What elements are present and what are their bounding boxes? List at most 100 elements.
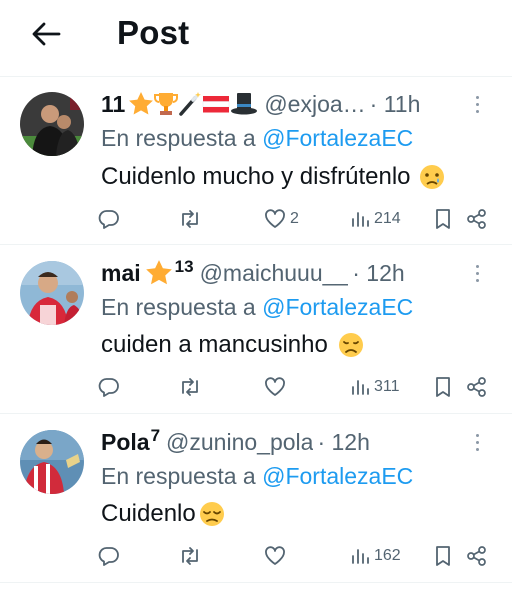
avatar[interactable] xyxy=(20,261,84,325)
timestamp[interactable]: · 12h xyxy=(352,260,404,287)
bookmark-icon xyxy=(436,377,450,397)
more-icon xyxy=(475,95,479,99)
tweet-text: Cuidenlo mucho y disfrútenlo xyxy=(101,163,447,191)
magic-wand-emoji xyxy=(179,92,202,116)
display-name[interactable]: mai xyxy=(101,260,141,287)
reply-context: En respuesta a @FortalezaEC xyxy=(101,463,413,490)
handle[interactable]: @zunino_pola xyxy=(166,429,313,456)
reply-context: En respuesta a @FortalezaEC xyxy=(101,125,413,152)
more-options-button[interactable] xyxy=(468,91,486,117)
tweet-actions: 162 xyxy=(96,542,496,570)
avatar[interactable] xyxy=(20,92,84,156)
author-row: 11 @exjoa… · 11h xyxy=(101,87,484,121)
more-options-button[interactable] xyxy=(468,429,486,455)
view-count: 214 xyxy=(374,210,401,227)
author-row: Pola 7 @zunino_pola · 12h xyxy=(101,425,484,459)
back-button[interactable] xyxy=(26,16,66,52)
austria-flag-emoji xyxy=(203,96,230,113)
arrow-left-icon xyxy=(32,22,61,46)
reply-tweet[interactable]: Pola 7 @zunino_pola · 12h En respuesta a… xyxy=(0,414,512,582)
star-emoji xyxy=(129,92,154,115)
tweet-text-content: cuiden a mancusinho xyxy=(101,331,328,358)
display-name[interactable]: 11 xyxy=(101,91,125,118)
share-icon xyxy=(467,209,486,229)
reply-prefix: En respuesta a xyxy=(101,294,256,320)
heart-icon xyxy=(265,209,285,228)
share-button[interactable] xyxy=(466,205,488,233)
repost-button[interactable] xyxy=(178,205,202,233)
heart-icon xyxy=(265,377,285,396)
reply-button[interactable] xyxy=(98,373,120,401)
repost-button[interactable] xyxy=(178,542,202,570)
share-button[interactable] xyxy=(466,373,488,401)
views-icon xyxy=(352,549,369,564)
tweet-text: Cuidenlo xyxy=(101,500,227,528)
tweet-actions: 311 xyxy=(96,373,496,401)
star-emoji xyxy=(145,260,172,285)
author-row: mai 13 @maichuuu__ · 12h xyxy=(101,256,484,290)
views-icon xyxy=(352,380,369,395)
name-badges xyxy=(128,91,258,117)
repost-button[interactable] xyxy=(178,373,202,401)
crying-face-emoji xyxy=(419,165,444,189)
reply-tweet[interactable]: 11 @exjoa… · 11h En respuesta a @Fortale… xyxy=(0,77,512,245)
views-button[interactable]: 311 xyxy=(350,373,400,401)
reply-prefix: En respuesta a xyxy=(101,125,256,151)
like-button[interactable]: 2 xyxy=(264,205,299,233)
reply-icon xyxy=(98,210,119,229)
like-button[interactable] xyxy=(264,542,290,570)
tweet-actions: 2 214 xyxy=(96,205,496,233)
reply-tweet[interactable]: mai 13 @maichuuu__ · 12h En respuesta a … xyxy=(0,245,512,413)
repost-icon xyxy=(182,547,198,565)
bookmark-button[interactable] xyxy=(434,373,452,401)
share-button[interactable] xyxy=(466,542,488,570)
disappointed-face-emoji xyxy=(338,333,363,357)
top-bar: Post xyxy=(0,0,512,76)
timestamp[interactable]: · 12h xyxy=(317,429,369,456)
reply-icon xyxy=(98,378,119,397)
share-icon xyxy=(467,546,486,566)
repost-icon xyxy=(182,210,198,228)
reply-context: En respuesta a @FortalezaEC xyxy=(101,294,413,321)
top-hat-emoji xyxy=(231,93,258,115)
view-count: 162 xyxy=(374,547,401,564)
tweet-text: cuiden a mancusinho xyxy=(101,331,366,359)
reply-mention-link[interactable]: @FortalezaEC xyxy=(262,294,413,320)
more-options-button[interactable] xyxy=(468,260,486,286)
reply-button[interactable] xyxy=(98,542,120,570)
pensive-face-emoji xyxy=(199,502,224,526)
trophy-emoji xyxy=(154,93,179,115)
page-title: Post xyxy=(117,14,190,51)
view-count: 311 xyxy=(374,378,400,395)
name-superscript: 13 xyxy=(174,257,194,276)
avatar[interactable] xyxy=(20,430,84,494)
views-button[interactable]: 162 xyxy=(350,542,401,570)
reply-mention-link[interactable]: @FortalezaEC xyxy=(262,125,413,151)
like-count: 2 xyxy=(290,210,299,227)
reply-prefix: En respuesta a xyxy=(101,463,256,489)
bookmark-button[interactable] xyxy=(434,542,452,570)
bookmark-icon xyxy=(436,546,450,566)
display-name[interactable]: Pola xyxy=(101,429,150,456)
tweet-text-content: Cuidenlo mucho y disfrútenlo xyxy=(101,163,411,190)
divider xyxy=(0,582,512,583)
repost-icon xyxy=(182,378,198,396)
timestamp[interactable]: · 11h xyxy=(370,91,421,118)
views-button[interactable]: 214 xyxy=(350,205,401,233)
handle[interactable]: @exjoa… xyxy=(264,91,365,118)
name-superscript: 7 xyxy=(150,426,161,445)
views-icon xyxy=(352,212,369,227)
share-icon xyxy=(467,377,486,397)
reply-icon xyxy=(98,547,119,566)
tweet-text-content: Cuidenlo xyxy=(101,500,196,527)
name-badges xyxy=(144,259,174,287)
heart-icon xyxy=(265,546,285,565)
bookmark-icon xyxy=(436,209,450,229)
reply-mention-link[interactable]: @FortalezaEC xyxy=(262,463,413,489)
handle[interactable]: @maichuuu__ xyxy=(200,260,349,287)
more-icon xyxy=(475,264,479,268)
like-button[interactable] xyxy=(264,373,290,401)
more-icon xyxy=(475,433,479,437)
reply-button[interactable] xyxy=(98,205,120,233)
bookmark-button[interactable] xyxy=(434,205,452,233)
